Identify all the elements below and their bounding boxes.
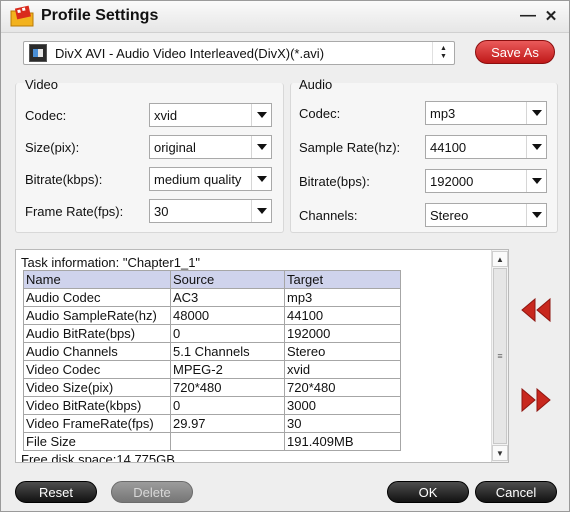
table-cell: mp3 [284, 288, 401, 307]
table-row: Audio SampleRate(hz) 48000 44100 [23, 306, 401, 325]
table-cell: 29.97 [170, 414, 285, 433]
table-cell [170, 432, 285, 451]
video-bitrate-value: medium quality [154, 171, 242, 187]
table-cell: Video BitRate(kbps) [23, 396, 171, 415]
audio-bitrate-select[interactable]: 192000 [425, 169, 547, 193]
table-cell: 30 [284, 414, 401, 433]
audio-codec-value: mp3 [430, 105, 456, 121]
table-cell: Audio BitRate(bps) [23, 324, 171, 343]
video-framerate-label: Frame Rate(fps): [25, 204, 124, 219]
table-cell: Audio Codec [23, 288, 171, 307]
table-cell: 0 [170, 324, 285, 343]
chevron-down-icon[interactable] [251, 104, 271, 126]
table-cell: 191.409MB [284, 432, 401, 451]
scroll-thumb[interactable]: ≡ [493, 268, 507, 444]
divx-format-icon [29, 44, 47, 62]
table-cell: 0 [170, 396, 285, 415]
table-row: Video Codec MPEG-2 xvid [23, 360, 401, 379]
video-codec-select[interactable]: xvid [149, 103, 272, 127]
audio-samplerate-select[interactable]: 44100 [425, 135, 547, 159]
table-cell: 5.1 Channels [170, 342, 285, 361]
video-group-title: Video [25, 77, 59, 92]
table-cell: Video FrameRate(fps) [23, 414, 171, 433]
minimize-icon[interactable]: — [519, 7, 537, 25]
table-row: Audio Codec AC3 mp3 [23, 288, 401, 307]
video-size-label: Size(pix): [25, 140, 80, 155]
reset-button[interactable]: Reset [15, 481, 97, 503]
table-cell: AC3 [170, 288, 285, 307]
table-cell: Audio Channels [23, 342, 171, 361]
title-bar: Profile Settings — ✕ [1, 1, 569, 33]
video-size-select[interactable]: original [149, 135, 272, 159]
table-row: Audio Channels 5.1 Channels Stereo [23, 342, 401, 361]
audio-bitrate-value: 192000 [430, 173, 474, 189]
audio-group-title: Audio [299, 77, 333, 92]
column-header: Source [170, 270, 285, 289]
video-codec-label: Codec: [25, 108, 67, 123]
table-row: Video BitRate(kbps) 0 3000 [23, 396, 401, 415]
chevron-down-icon[interactable] [251, 168, 271, 190]
task-info-heading: Task information: "Chapter1_1" [21, 255, 201, 270]
table-header-row: Name Source Target [23, 270, 401, 289]
video-size-value: original [154, 139, 196, 155]
table-row: Video FrameRate(fps) 29.97 30 [23, 414, 401, 433]
table-cell: 44100 [284, 306, 401, 325]
delete-button[interactable]: Delete [111, 481, 193, 503]
table-row: Video Size(pix) 720*480 720*480 [23, 378, 401, 397]
audio-channels-select[interactable]: Stereo [425, 203, 547, 227]
audio-samplerate-label: Sample Rate(hz): [299, 140, 401, 155]
save-as-button[interactable]: Save As [475, 40, 555, 64]
task-info-panel: Task information: "Chapter1_1" Name Sour… [15, 249, 509, 463]
table-cell: 192000 [284, 324, 401, 343]
chevron-down-icon[interactable] [251, 200, 271, 222]
free-disk-space: Free disk space:14.775GB [21, 452, 175, 463]
table-cell: 720*480 [170, 378, 285, 397]
chevron-down-icon[interactable] [526, 102, 546, 124]
column-header: Target [284, 270, 401, 289]
table-cell: 48000 [170, 306, 285, 325]
ok-button[interactable]: OK [387, 481, 469, 503]
scroll-down-icon[interactable]: ▼ [492, 445, 508, 461]
table-cell: File Size [23, 432, 171, 451]
table-cell: MPEG-2 [170, 360, 285, 379]
chevron-down-icon[interactable] [526, 170, 546, 192]
window-title: Profile Settings [41, 7, 159, 24]
cancel-button[interactable]: Cancel [475, 481, 557, 503]
profile-dropdown[interactable]: DivX AVI - Audio Video Interleaved(DivX)… [23, 41, 455, 65]
video-bitrate-label: Bitrate(kbps): [25, 172, 103, 187]
chevron-down-icon[interactable] [251, 136, 271, 158]
table-cell: xvid [284, 360, 401, 379]
video-framerate-value: 30 [154, 203, 169, 219]
column-header: Name [23, 270, 171, 289]
video-bitrate-select[interactable]: medium quality [149, 167, 272, 191]
chevron-down-icon[interactable] [526, 136, 546, 158]
updown-arrows-icon[interactable]: ▲ ▼ [432, 42, 454, 64]
audio-codec-label: Codec: [299, 106, 341, 121]
table-cell: 720*480 [284, 378, 401, 397]
video-framerate-select[interactable]: 30 [149, 199, 272, 223]
scroll-up-icon[interactable]: ▲ [492, 251, 508, 267]
table-cell: Audio SampleRate(hz) [23, 306, 171, 325]
table-row: File Size 191.409MB [23, 432, 401, 451]
table-cell: 3000 [284, 396, 401, 415]
task-info-table: Name Source Target Audio Codec AC3 mp3 A… [23, 270, 401, 451]
close-icon[interactable]: ✕ [542, 7, 560, 25]
double-chevron-left-icon[interactable] [519, 297, 553, 323]
audio-codec-select[interactable]: mp3 [425, 101, 547, 125]
double-chevron-right-icon[interactable] [519, 387, 553, 413]
profile-settings-window: Profile Settings — ✕ DivX AVI - Audio Vi… [0, 0, 570, 512]
table-cell: Video Size(pix) [23, 378, 171, 397]
video-codec-value: xvid [154, 107, 178, 123]
info-scrollbar[interactable]: ▲ ≡ ▼ [491, 250, 508, 462]
audio-channels-label: Channels: [299, 208, 358, 223]
audio-bitrate-label: Bitrate(bps): [299, 174, 370, 189]
table-row: Audio BitRate(bps) 0 192000 [23, 324, 401, 343]
film-folder-icon [10, 5, 34, 27]
table-cell: Video Codec [23, 360, 171, 379]
chevron-down-icon[interactable] [526, 204, 546, 226]
audio-samplerate-value: 44100 [430, 139, 467, 155]
audio-channels-value: Stereo [430, 207, 469, 223]
table-cell: Stereo [284, 342, 401, 361]
profile-value: DivX AVI - Audio Video Interleaved(DivX)… [55, 45, 325, 61]
